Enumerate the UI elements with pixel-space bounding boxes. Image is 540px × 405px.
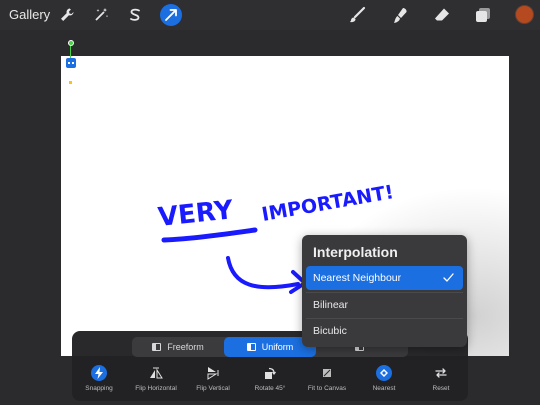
underline-stroke [161,227,258,243]
flip-vertical-icon [205,365,221,381]
flip-horizontal-icon [148,365,164,381]
option-nearest-neighbour[interactable]: Nearest Neighbour [306,266,463,290]
corner-handle[interactable] [68,80,73,85]
transform-arrow-icon[interactable] [160,4,182,26]
rotation-handle[interactable] [68,40,74,46]
brush-icon[interactable] [346,4,368,26]
snapping-button[interactable]: Snapping [69,365,129,397]
layers-icon[interactable] [472,4,494,26]
option-bicubic[interactable]: Bicubic [306,319,463,343]
interpolation-nearest-button[interactable]: Nearest [354,365,414,397]
mode-freeform-button[interactable]: Freeform [132,337,224,357]
freeform-icon [152,343,162,351]
fit-to-canvas-button[interactable]: Fit to Canvas [297,365,357,397]
snap-handle-icon[interactable] [66,58,76,68]
snapping-icon [91,365,107,381]
popup-title: Interpolation [313,244,398,260]
wrench-icon[interactable] [56,4,78,26]
magic-wand-icon[interactable] [90,4,112,26]
interpolation-popup: Interpolation Nearest Neighbour Bilinear… [302,235,467,347]
option-bilinear[interactable]: Bilinear [306,293,463,317]
reset-button[interactable]: Reset [411,365,471,397]
flip-vertical-button[interactable]: Flip Vertical [183,365,243,397]
fit-to-canvas-icon [319,365,335,381]
rotate-45-button[interactable]: Rotate 45° [240,365,300,397]
reset-icon [433,365,449,381]
smudge-icon[interactable] [389,4,411,26]
checkmark-icon [443,273,454,282]
current-color-swatch[interactable] [515,5,534,24]
rotate-icon [262,365,278,381]
top-toolbar: Gallery [0,0,540,30]
handwriting-important: IMPORTANT! [260,181,395,226]
handwriting-very: VERY [157,195,236,233]
selection-s-icon[interactable] [124,4,146,26]
gallery-button[interactable]: Gallery [9,7,50,22]
interpolation-icon [376,365,392,381]
eraser-icon[interactable] [431,4,453,26]
uniform-icon [246,343,256,351]
transform-tools-row: Snapping Flip Horizontal Flip Vertical R… [72,365,468,397]
arrow-stroke [226,256,300,290]
flip-horizontal-button[interactable]: Flip Horizontal [126,365,186,397]
